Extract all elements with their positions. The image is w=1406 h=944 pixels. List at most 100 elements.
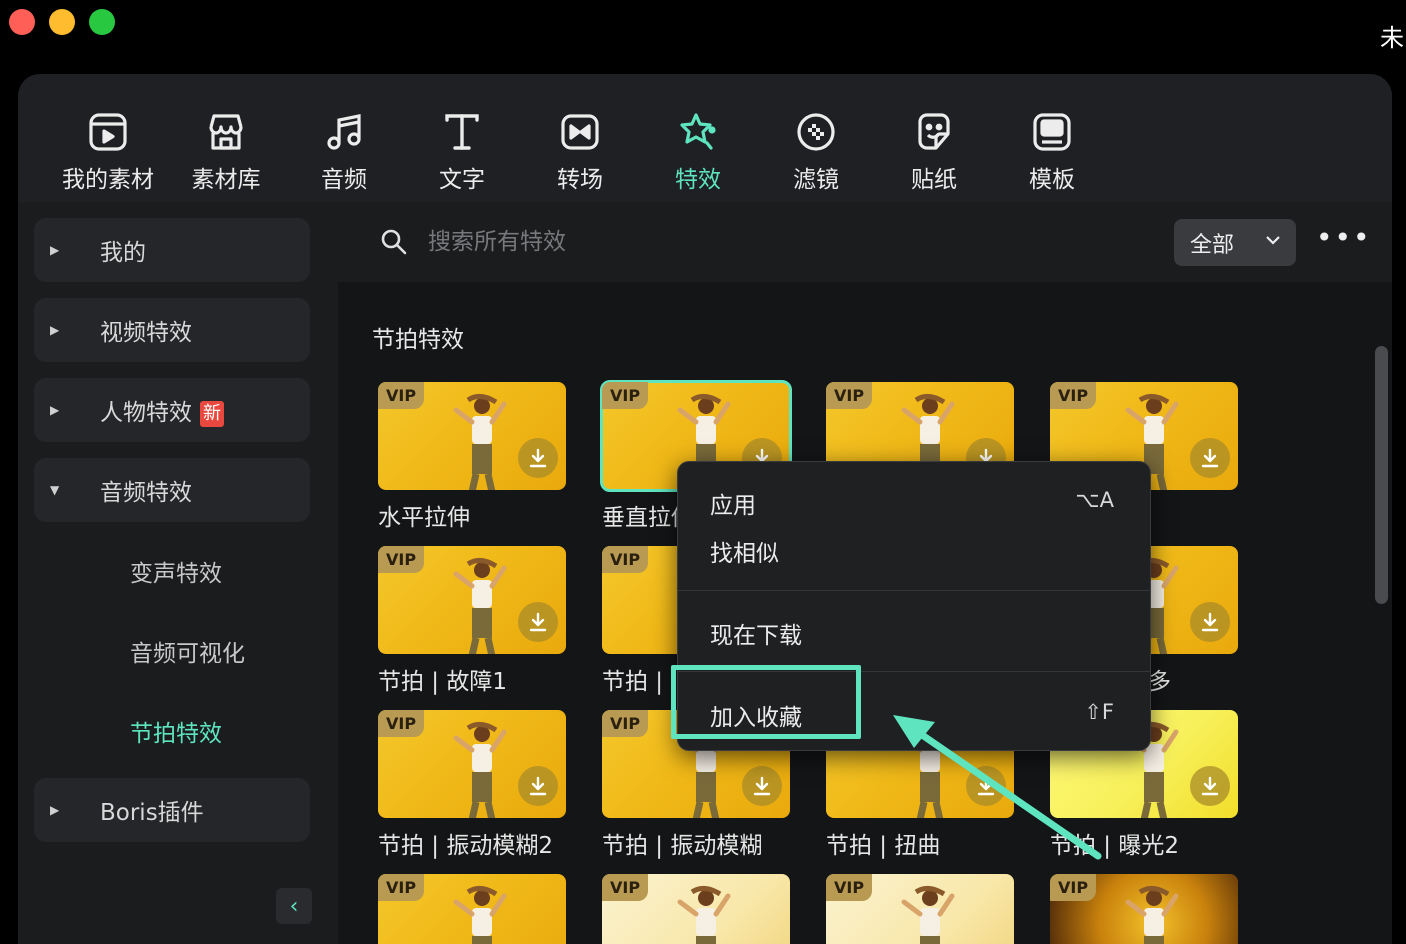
sidebar-item-label: 人物特效新	[100, 393, 224, 427]
sidebar-item-video-effects[interactable]: ▶ 视频特效	[34, 298, 310, 362]
sidebar-subitem-voice-changer[interactable]: 变声特效	[130, 554, 222, 588]
download-icon	[753, 776, 771, 796]
download-button[interactable]	[1190, 766, 1230, 806]
vip-badge: VIP	[378, 874, 425, 901]
effect-card[interactable]: VIP	[602, 874, 790, 944]
download-button[interactable]	[518, 438, 558, 478]
download-icon	[1201, 448, 1219, 468]
sidebar-item-mine[interactable]: ▶ 我的	[34, 218, 310, 282]
download-icon	[1201, 612, 1219, 632]
vip-badge: VIP	[602, 382, 649, 409]
dancer-image	[453, 886, 507, 944]
sticker-icon	[918, 113, 950, 150]
effect-card[interactable]: VIP 节拍 | 故障1	[378, 546, 566, 696]
download-button[interactable]	[1190, 602, 1230, 642]
media-toolbar: 我的素材 素材库 音频 文字 转场 特效 滤镜 贴纸 模板	[18, 74, 1392, 202]
sidebar-subitem-audio-visualization[interactable]: 音频可视化	[130, 634, 245, 668]
tab-filters[interactable]: 滤镜	[757, 110, 875, 194]
collapse-sidebar-button[interactable]: ‹	[276, 888, 312, 924]
music-note-icon	[327, 114, 361, 150]
tab-effects[interactable]: 特效	[639, 110, 757, 194]
tab-templates[interactable]: 模板	[993, 110, 1111, 194]
tab-asset-store[interactable]: 素材库	[167, 110, 285, 194]
tab-label: 音频	[321, 167, 367, 193]
expand-arrow-icon: ▶	[50, 403, 60, 417]
sidebar-item-text: 人物特效	[100, 400, 192, 426]
dancer-image	[901, 886, 955, 944]
tab-label: 滤镜	[793, 167, 839, 193]
effect-caption: 节拍 | 振动模糊	[602, 833, 763, 859]
sidebar-item-label: 我的	[100, 240, 146, 266]
tab-label: 模板	[1029, 167, 1075, 193]
effect-thumbnail[interactable]: VIP	[378, 874, 566, 944]
tab-label: 转场	[557, 167, 603, 193]
section-title: 节拍特效	[372, 327, 464, 353]
effect-card[interactable]: VIP 水平拉伸	[378, 382, 566, 532]
tab-my-media[interactable]: 我的素材	[49, 110, 167, 194]
download-button[interactable]	[1190, 438, 1230, 478]
sidebar-item-boris-plugins[interactable]: ▶ Boris插件	[34, 778, 310, 842]
dancer-image	[677, 886, 731, 944]
shortcut-apply: ⌥A	[1075, 488, 1114, 512]
vip-badge: VIP	[1050, 874, 1097, 901]
scrollbar[interactable]	[1375, 346, 1388, 604]
tab-label: 文字	[439, 167, 485, 193]
download-button[interactable]	[742, 766, 782, 806]
download-icon	[529, 776, 547, 796]
annotation-highlight-box	[671, 665, 861, 739]
menu-divider	[678, 590, 1150, 591]
sidebar-subitem-beat-effects[interactable]: 节拍特效	[130, 714, 222, 748]
effect-caption: 节拍 | 振动模糊2	[378, 833, 554, 859]
effect-thumbnail[interactable]: VIP	[602, 874, 790, 944]
filter-icon	[797, 113, 835, 151]
vip-badge: VIP	[602, 546, 649, 573]
close-window-button[interactable]	[9, 9, 35, 35]
expand-arrow-icon: ▶	[50, 243, 60, 257]
chevron-down-icon	[1266, 236, 1280, 245]
vip-badge: VIP	[826, 382, 873, 409]
effect-thumbnail[interactable]: VIP	[378, 546, 566, 654]
effect-thumbnail[interactable]: VIP	[378, 382, 566, 490]
menu-item-download-now[interactable]: 现在下载	[710, 616, 802, 650]
effect-thumbnail[interactable]: VIP	[826, 874, 1014, 944]
collapse-arrow-icon: ▼	[50, 483, 60, 497]
minimize-window-button[interactable]	[49, 9, 75, 35]
effect-caption: 水平拉伸	[378, 505, 470, 531]
more-options-button[interactable]: •••	[1316, 224, 1372, 252]
effect-card[interactable]: VIP	[826, 874, 1014, 944]
effect-card[interactable]: VIP	[1050, 874, 1238, 944]
tab-label: 贴纸	[911, 167, 957, 193]
menu-item-find-similar[interactable]: 找相似	[710, 534, 779, 568]
window-controls	[9, 9, 115, 35]
download-button[interactable]	[966, 766, 1006, 806]
download-icon	[529, 612, 547, 632]
dancer-image	[453, 558, 507, 654]
effect-caption: 节拍 | 扭曲	[826, 833, 941, 859]
sidebar-item-label: 音频特效	[100, 480, 192, 506]
tab-label: 素材库	[191, 167, 261, 193]
tab-stickers[interactable]: 贴纸	[875, 110, 993, 194]
filter-dropdown[interactable]: 全部	[1174, 219, 1296, 266]
effect-thumbnail[interactable]: VIP	[1050, 874, 1238, 944]
dancer-image	[453, 722, 507, 818]
effect-thumbnail[interactable]: VIP	[378, 710, 566, 818]
effect-card[interactable]: VIP	[378, 874, 566, 944]
vip-badge: VIP	[378, 710, 425, 737]
dancer-image	[453, 394, 507, 490]
zoom-window-button[interactable]	[89, 9, 115, 35]
effects-star-icon	[680, 113, 716, 150]
download-icon	[1201, 776, 1219, 796]
sidebar-item-person-effects[interactable]: ▶ 人物特效新	[34, 378, 310, 442]
tab-audio[interactable]: 音频	[285, 110, 403, 194]
my-media-icon	[89, 113, 127, 151]
tab-transitions[interactable]: 转场	[521, 110, 639, 194]
download-button[interactable]	[518, 766, 558, 806]
menu-item-apply[interactable]: 应用	[710, 486, 756, 520]
download-button[interactable]	[518, 602, 558, 642]
download-icon	[529, 448, 547, 468]
expand-arrow-icon: ▶	[50, 323, 60, 337]
tab-text[interactable]: 文字	[403, 110, 521, 194]
search-input[interactable]	[428, 220, 928, 264]
sidebar-item-audio-effects[interactable]: ▼ 音频特效	[34, 458, 310, 522]
effect-card[interactable]: VIP 节拍 | 振动模糊2	[378, 710, 566, 860]
